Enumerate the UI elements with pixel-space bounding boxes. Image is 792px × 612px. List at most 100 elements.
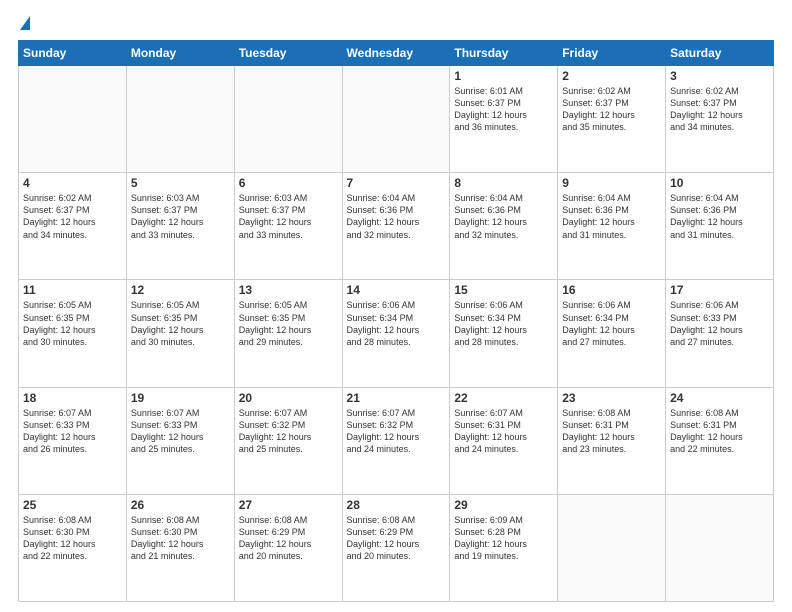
calendar-cell <box>342 66 450 173</box>
day-info: Sunrise: 6:06 AMSunset: 6:34 PMDaylight:… <box>454 299 553 348</box>
day-number: 17 <box>670 283 769 297</box>
calendar-cell <box>19 66 127 173</box>
calendar-cell: 22 Sunrise: 6:07 AMSunset: 6:31 PMDayligh… <box>450 387 558 494</box>
calendar-header-wednesday: Wednesday <box>342 41 450 66</box>
calendar-header-monday: Monday <box>126 41 234 66</box>
calendar-cell: 2 Sunrise: 6:02 AMSunset: 6:37 PMDaylight… <box>558 66 666 173</box>
calendar-cell: 26 Sunrise: 6:08 AMSunset: 6:30 PMDayligh… <box>126 494 234 601</box>
page: SundayMondayTuesdayWednesdayThursdayFrid… <box>0 0 792 612</box>
day-number: 6 <box>239 176 338 190</box>
day-number: 14 <box>347 283 446 297</box>
calendar-cell: 5 Sunrise: 6:03 AMSunset: 6:37 PMDaylight… <box>126 173 234 280</box>
day-number: 3 <box>670 69 769 83</box>
calendar-cell: 4 Sunrise: 6:02 AMSunset: 6:37 PMDaylight… <box>19 173 127 280</box>
day-info: Sunrise: 6:04 AMSunset: 6:36 PMDaylight:… <box>670 192 769 241</box>
calendar-cell: 10 Sunrise: 6:04 AMSunset: 6:36 PMDayligh… <box>666 173 774 280</box>
calendar-week-4: 18Sunrise: 6:07 AMSunset: 6:33 PMDayligh… <box>19 387 774 494</box>
calendar-cell: 20Sunrise: 6:07 AMSunset: 6:32 PMDayligh… <box>234 387 342 494</box>
calendar-cell <box>234 66 342 173</box>
calendar-week-2: 4 Sunrise: 6:02 AMSunset: 6:37 PMDaylight… <box>19 173 774 280</box>
day-info: Sunrise: 6:06 AMSunset: 6:34 PMDaylight:… <box>562 299 661 348</box>
calendar-cell: 7 Sunrise: 6:04 AMSunset: 6:36 PMDaylight… <box>342 173 450 280</box>
day-number: 24 <box>670 391 769 405</box>
calendar-cell: 21 Sunrise: 6:07 AMSunset: 6:32 PMDayligh… <box>342 387 450 494</box>
calendar-header-thursday: Thursday <box>450 41 558 66</box>
day-number: 13 <box>239 283 338 297</box>
day-number: 9 <box>562 176 661 190</box>
calendar-cell: 24 Sunrise: 6:08 AMSunset: 6:31 PMDayligh… <box>666 387 774 494</box>
day-info: Sunrise: 6:08 AMSunset: 6:29 PMDaylight:… <box>347 514 446 563</box>
day-number: 23 <box>562 391 661 405</box>
header <box>18 16 774 32</box>
day-number: 16 <box>562 283 661 297</box>
day-info: Sunrise: 6:07 AMSunset: 6:32 PMDaylight:… <box>347 407 446 456</box>
day-info: Sunrise: 6:02 AMSunset: 6:37 PMDaylight:… <box>23 192 122 241</box>
calendar-cell: 27Sunrise: 6:08 AMSunset: 6:29 PMDayligh… <box>234 494 342 601</box>
calendar-cell: 12 Sunrise: 6:05 AMSunset: 6:35 PMDayligh… <box>126 280 234 387</box>
day-number: 15 <box>454 283 553 297</box>
day-info: Sunrise: 6:06 AMSunset: 6:33 PMDaylight:… <box>670 299 769 348</box>
day-info: Sunrise: 6:08 AMSunset: 6:31 PMDaylight:… <box>562 407 661 456</box>
logo-triangle-icon <box>20 16 30 30</box>
day-info: Sunrise: 6:09 AMSunset: 6:28 PMDaylight:… <box>454 514 553 563</box>
day-number: 12 <box>131 283 230 297</box>
calendar-cell: 18Sunrise: 6:07 AMSunset: 6:33 PMDayligh… <box>19 387 127 494</box>
calendar-header-tuesday: Tuesday <box>234 41 342 66</box>
calendar-table: SundayMondayTuesdayWednesdayThursdayFrid… <box>18 40 774 602</box>
day-number: 5 <box>131 176 230 190</box>
calendar-cell: 8 Sunrise: 6:04 AMSunset: 6:36 PMDaylight… <box>450 173 558 280</box>
calendar-header-row: SundayMondayTuesdayWednesdayThursdayFrid… <box>19 41 774 66</box>
calendar-cell <box>558 494 666 601</box>
day-number: 4 <box>23 176 122 190</box>
day-number: 11 <box>23 283 122 297</box>
calendar-header-friday: Friday <box>558 41 666 66</box>
day-info: Sunrise: 6:06 AMSunset: 6:34 PMDaylight:… <box>347 299 446 348</box>
day-number: 29 <box>454 498 553 512</box>
day-info: Sunrise: 6:07 AMSunset: 6:32 PMDaylight:… <box>239 407 338 456</box>
day-info: Sunrise: 6:04 AMSunset: 6:36 PMDaylight:… <box>562 192 661 241</box>
day-number: 21 <box>347 391 446 405</box>
day-info: Sunrise: 6:04 AMSunset: 6:36 PMDaylight:… <box>454 192 553 241</box>
day-number: 10 <box>670 176 769 190</box>
day-info: Sunrise: 6:04 AMSunset: 6:36 PMDaylight:… <box>347 192 446 241</box>
day-info: Sunrise: 6:05 AMSunset: 6:35 PMDaylight:… <box>239 299 338 348</box>
day-info: Sunrise: 6:03 AMSunset: 6:37 PMDaylight:… <box>239 192 338 241</box>
day-info: Sunrise: 6:07 AMSunset: 6:33 PMDaylight:… <box>23 407 122 456</box>
calendar-week-5: 25 Sunrise: 6:08 AMSunset: 6:30 PMDayligh… <box>19 494 774 601</box>
calendar-cell: 9 Sunrise: 6:04 AMSunset: 6:36 PMDaylight… <box>558 173 666 280</box>
day-info: Sunrise: 6:02 AMSunset: 6:37 PMDaylight:… <box>562 85 661 134</box>
day-number: 7 <box>347 176 446 190</box>
calendar-cell: 15 Sunrise: 6:06 AMSunset: 6:34 PMDayligh… <box>450 280 558 387</box>
day-info: Sunrise: 6:01 AMSunset: 6:37 PMDaylight:… <box>454 85 553 134</box>
calendar-header-sunday: Sunday <box>19 41 127 66</box>
logo <box>18 16 30 32</box>
calendar-cell <box>126 66 234 173</box>
day-number: 22 <box>454 391 553 405</box>
day-number: 1 <box>454 69 553 83</box>
day-info: Sunrise: 6:07 AMSunset: 6:31 PMDaylight:… <box>454 407 553 456</box>
calendar-cell: 1 Sunrise: 6:01 AMSunset: 6:37 PMDaylight… <box>450 66 558 173</box>
day-number: 26 <box>131 498 230 512</box>
day-info: Sunrise: 6:03 AMSunset: 6:37 PMDaylight:… <box>131 192 230 241</box>
day-info: Sunrise: 6:08 AMSunset: 6:30 PMDaylight:… <box>23 514 122 563</box>
day-number: 8 <box>454 176 553 190</box>
day-number: 25 <box>23 498 122 512</box>
calendar-cell: 16 Sunrise: 6:06 AMSunset: 6:34 PMDayligh… <box>558 280 666 387</box>
calendar-cell: 25 Sunrise: 6:08 AMSunset: 6:30 PMDayligh… <box>19 494 127 601</box>
calendar-cell: 19 Sunrise: 6:07 AMSunset: 6:33 PMDayligh… <box>126 387 234 494</box>
calendar-cell: 23 Sunrise: 6:08 AMSunset: 6:31 PMDayligh… <box>558 387 666 494</box>
day-number: 28 <box>347 498 446 512</box>
calendar-header-saturday: Saturday <box>666 41 774 66</box>
day-number: 19 <box>131 391 230 405</box>
day-info: Sunrise: 6:05 AMSunset: 6:35 PMDaylight:… <box>23 299 122 348</box>
day-info: Sunrise: 6:07 AMSunset: 6:33 PMDaylight:… <box>131 407 230 456</box>
day-info: Sunrise: 6:08 AMSunset: 6:31 PMDaylight:… <box>670 407 769 456</box>
day-info: Sunrise: 6:08 AMSunset: 6:30 PMDaylight:… <box>131 514 230 563</box>
calendar-cell: 3Sunrise: 6:02 AMSunset: 6:37 PMDaylight… <box>666 66 774 173</box>
day-number: 2 <box>562 69 661 83</box>
calendar-cell <box>666 494 774 601</box>
calendar-cell: 17 Sunrise: 6:06 AMSunset: 6:33 PMDayligh… <box>666 280 774 387</box>
day-info: Sunrise: 6:05 AMSunset: 6:35 PMDaylight:… <box>131 299 230 348</box>
day-info: Sunrise: 6:08 AMSunset: 6:29 PMDaylight:… <box>239 514 338 563</box>
calendar-cell: 28 Sunrise: 6:08 AMSunset: 6:29 PMDayligh… <box>342 494 450 601</box>
